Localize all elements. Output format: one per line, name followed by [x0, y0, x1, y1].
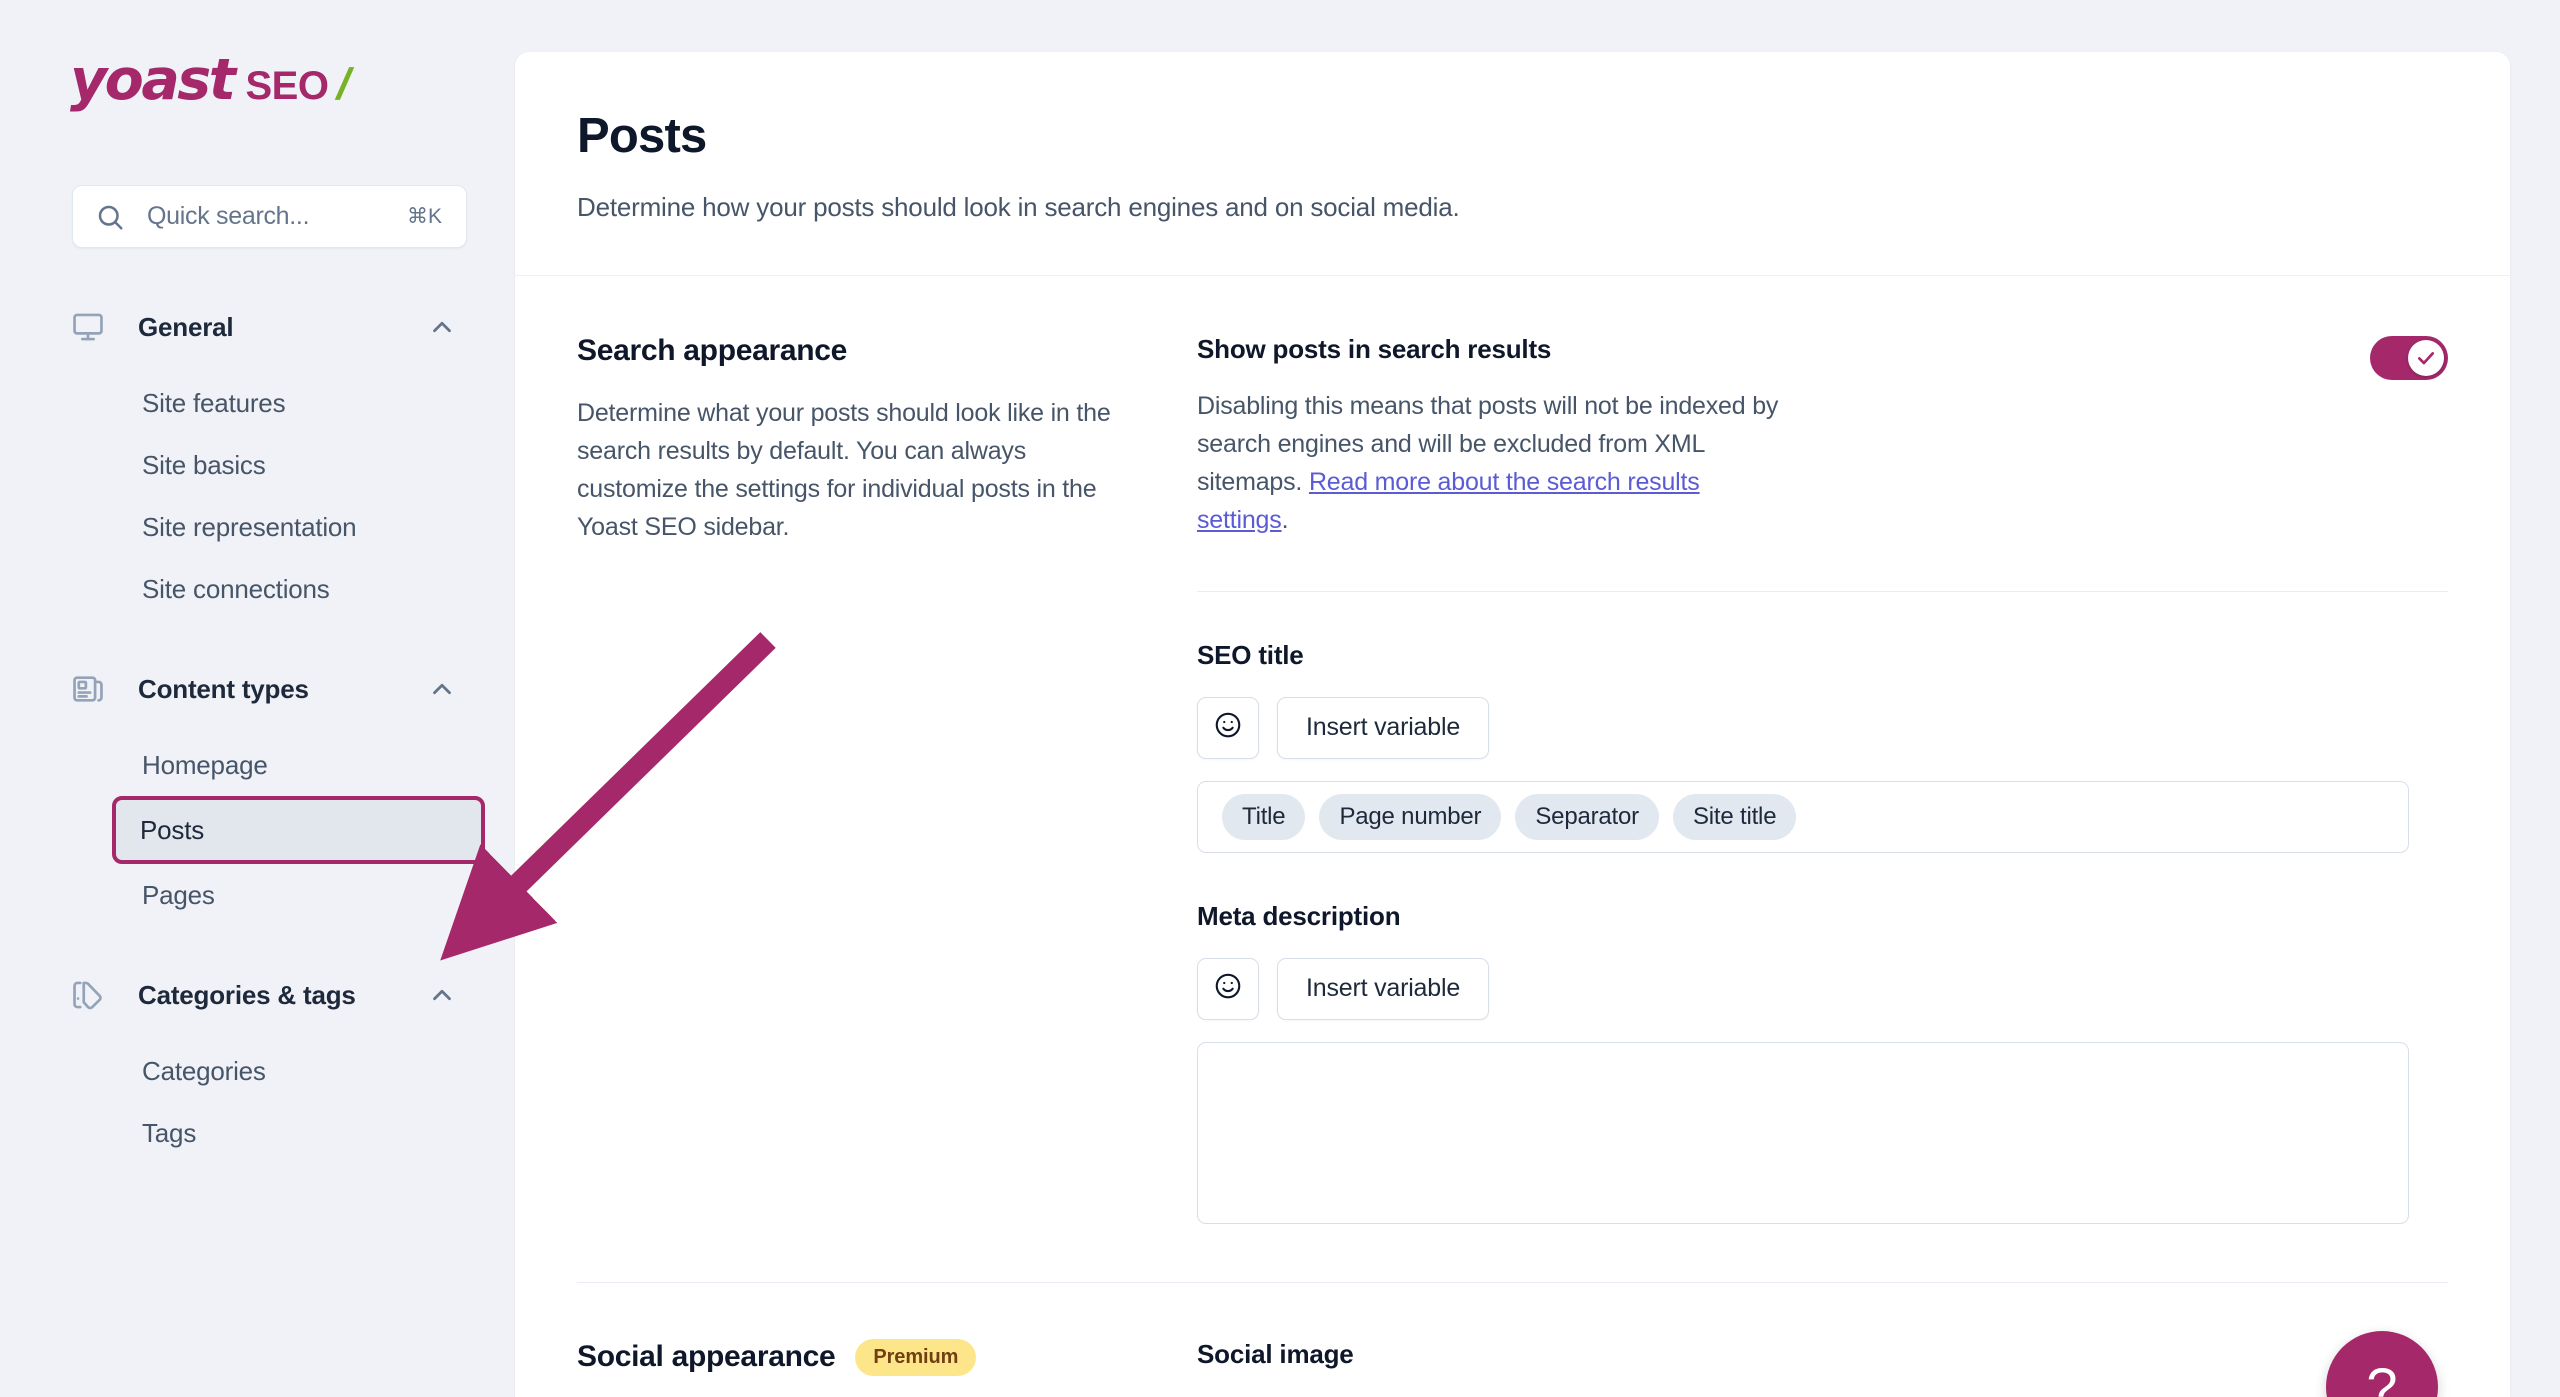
- search-icon: [95, 202, 125, 232]
- section-title-social-appearance: Social appearance: [577, 1340, 836, 1374]
- sidebar-nav: General Site features Site basics Site r…: [0, 296, 515, 1164]
- section-social-appearance-right: Social image: [1197, 1339, 2448, 1376]
- check-icon: [2418, 351, 2434, 365]
- quick-search-box[interactable]: Quick search... ⌘K: [72, 185, 467, 248]
- field-label-show-posts: Show posts in search results: [1197, 333, 1552, 364]
- field-seo-title: SEO title Insert variable Title Page num…: [1197, 640, 2448, 853]
- logo-seo-text: SEO: [245, 64, 329, 108]
- field-meta-description: Meta description Insert variable: [1197, 901, 2448, 1224]
- nav-group-header-content-types[interactable]: Content types: [0, 658, 515, 720]
- card-header: Posts Determine how your posts should lo…: [515, 52, 2510, 276]
- nav-group-categories-tags: Categories & tags Categories Tags: [0, 964, 515, 1164]
- section-description-search-appearance: Determine what your posts should look li…: [577, 398, 1111, 541]
- monitor-icon: [70, 309, 106, 345]
- logo-wordmark: yoast: [70, 47, 236, 113]
- toggle-knob: [2408, 339, 2444, 376]
- section-title-row: Search appearance: [577, 334, 1117, 368]
- smiley-icon: [1213, 971, 1243, 1006]
- nav-group-general: General Site features Site basics Site r…: [0, 296, 515, 620]
- seo-title-toolbar: Insert variable: [1197, 696, 2448, 759]
- nav-group-label-categories-tags: Categories & tags: [138, 979, 356, 1010]
- nav-group-label-general: General: [138, 311, 234, 342]
- section-title-search-appearance: Search appearance: [577, 333, 848, 367]
- chevron-up-icon[interactable]: [427, 674, 457, 704]
- sidebar-item-site-basics[interactable]: Site basics: [118, 434, 479, 496]
- sidebar-item-site-representation[interactable]: Site representation: [118, 496, 479, 558]
- settings-card: Posts Determine how your posts should lo…: [515, 52, 2510, 1397]
- field-description-part-2: .: [1281, 505, 1289, 534]
- variable-chip-site-title[interactable]: Site title: [1672, 793, 1797, 840]
- chevron-up-icon[interactable]: [427, 312, 457, 342]
- nav-items-content-types: Homepage Posts Pages: [0, 734, 515, 926]
- insert-variable-button-meta-description[interactable]: Insert variable: [1277, 957, 1490, 1020]
- sidebar-item-pages[interactable]: Pages: [118, 864, 479, 926]
- logo-slash-icon: /: [332, 60, 357, 109]
- field-description-show-posts: Disabling this means that posts will not…: [1197, 387, 1797, 539]
- sidebar-item-categories[interactable]: Categories: [118, 1040, 479, 1102]
- sidebar-item-tags[interactable]: Tags: [118, 1102, 479, 1164]
- search-shortcut-hint: ⌘K: [406, 205, 442, 228]
- insert-variable-button-seo-title[interactable]: Insert variable: [1277, 696, 1490, 759]
- smiley-icon: [1213, 710, 1243, 745]
- main-content: Posts Determine how your posts should lo…: [515, 0, 2560, 1397]
- section-search-appearance-right: Show posts in search results Disabling t…: [1197, 334, 2448, 1224]
- page-subtitle: Determine how your posts should look in …: [577, 191, 1460, 222]
- search-input[interactable]: Quick search...: [147, 202, 407, 231]
- field-show-in-search-results: Show posts in search results Disabling t…: [1197, 334, 2448, 539]
- status-badge-premium: Premium: [855, 1338, 977, 1376]
- meta-description-toolbar: Insert variable: [1197, 957, 2448, 1020]
- sidebar-item-homepage[interactable]: Homepage: [118, 734, 479, 796]
- section-title-row-social: Social appearance Premium: [577, 1338, 1117, 1376]
- meta-description-textarea[interactable]: [1197, 1041, 2409, 1224]
- chevron-up-icon[interactable]: [427, 980, 457, 1010]
- variable-chip-title[interactable]: Title: [1222, 793, 1306, 840]
- tags-icon: [70, 977, 106, 1013]
- seo-title-input[interactable]: Title Page number Separator Site title: [1197, 780, 2409, 853]
- field-label-meta-description: Meta description: [1197, 900, 1401, 931]
- nav-group-content-types: Content types Homepage Posts Pages: [0, 658, 515, 926]
- field-label-seo-title: SEO title: [1197, 639, 1304, 670]
- yoast-seo-logo[interactable]: yoast SEO /: [0, 0, 515, 118]
- toggle-show-posts-in-search-results[interactable]: [2370, 335, 2448, 380]
- field-divider: [1197, 590, 2448, 592]
- nav-group-label-content-types: Content types: [138, 673, 309, 704]
- sidebar-item-posts[interactable]: Posts: [112, 796, 485, 864]
- nav-group-header-general[interactable]: General: [0, 296, 515, 358]
- variable-chip-separator[interactable]: Separator: [1515, 793, 1659, 840]
- field-label-social-image: Social image: [1197, 1338, 1354, 1369]
- app-root: yoast SEO / Quick search... ⌘K General S…: [0, 0, 2560, 1397]
- sidebar: yoast SEO / Quick search... ⌘K General S…: [0, 0, 515, 1397]
- nav-items-categories-tags: Categories Tags: [0, 1040, 515, 1164]
- sidebar-item-site-features[interactable]: Site features: [118, 372, 479, 434]
- section-social-appearance: Social appearance Premium Social image: [515, 1283, 2510, 1376]
- sidebar-item-site-connections[interactable]: Site connections: [118, 558, 479, 620]
- section-social-appearance-left: Social appearance Premium: [577, 1338, 1197, 1376]
- field-show-in-search-results-text: Show posts in search results Disabling t…: [1197, 334, 1797, 539]
- smiley-icon-button-meta-description[interactable]: [1197, 957, 1259, 1020]
- nav-items-general: Site features Site basics Site represent…: [0, 372, 515, 620]
- smiley-icon-button-seo-title[interactable]: [1197, 696, 1259, 759]
- page-title: Posts: [577, 109, 707, 163]
- article-icon: [70, 671, 106, 707]
- variable-chip-page-number[interactable]: Page number: [1319, 793, 1502, 840]
- section-search-appearance-left: Search appearance Determine what your po…: [577, 334, 1197, 1224]
- nav-group-header-categories-tags[interactable]: Categories & tags: [0, 964, 515, 1026]
- question-mark-icon: ?: [2366, 1355, 2398, 1397]
- section-search-appearance: Search appearance Determine what your po…: [515, 276, 2510, 1224]
